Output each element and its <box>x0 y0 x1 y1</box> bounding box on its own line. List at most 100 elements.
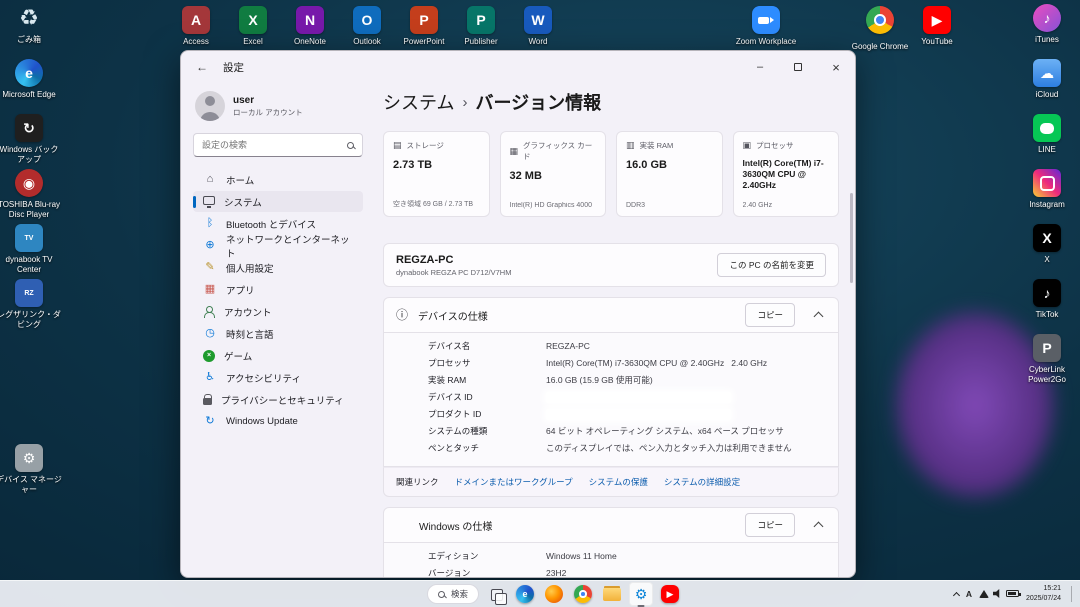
taskbar-task-view-button[interactable] <box>484 582 508 606</box>
desktop-icon-word[interactable]: WWord <box>505 6 571 47</box>
taskbar-edge-button[interactable]: e <box>513 582 537 606</box>
youtube-icon: ▶ <box>661 585 679 603</box>
sidebar-item-label: アカウント <box>224 305 272 319</box>
account-type: ローカル アカウント <box>233 107 303 118</box>
desktop-icon-zoom[interactable]: Zoom Workplace <box>733 6 799 47</box>
sidebar-item-network[interactable]: ⊕ネットワークとインターネット <box>193 235 363 256</box>
clock[interactable]: 15:21 2025/07/24 <box>1026 584 1061 603</box>
sidebar-item-accessibility[interactable]: ♿アクセシビリティ <box>193 367 363 388</box>
system-icon <box>203 196 215 205</box>
taskbar-firefox-button[interactable] <box>542 582 566 606</box>
breadcrumb-parent[interactable]: システム <box>383 89 454 115</box>
sidebar-item-personalization[interactable]: ✎個人用設定 <box>193 257 363 278</box>
rename-pc-button[interactable]: この PC の名前を変更 <box>717 253 826 277</box>
desktop-icon-device-manager[interactable]: ⚙デバイス マネージャー <box>0 444 62 494</box>
desktop-icon-line[interactable]: LINE <box>1014 114 1080 155</box>
desktop-icon-tv-center[interactable]: TVdynabook TV Center <box>0 224 62 274</box>
redacted-value <box>546 409 731 420</box>
desktop-icon-bluray[interactable]: ◉ TOSHIBA Blu-ray Disc Player <box>0 169 62 219</box>
desktop-icon-recycle-bin[interactable]: ♻ごみ箱 <box>0 4 62 45</box>
bluray-icon: ◉ <box>15 169 43 197</box>
minimize-button[interactable]: – <box>741 51 779 83</box>
edge-icon: e <box>15 59 43 87</box>
chevron-up-icon[interactable] <box>814 312 824 322</box>
spec-card-header: ▦グラフィックス カード <box>510 140 597 162</box>
sidebar-item-system[interactable]: システム <box>193 191 363 212</box>
spec-card-sub: 空き領域 69 GB / 2.73 TB <box>393 199 480 209</box>
home-icon: ⌂ <box>203 174 217 185</box>
desktop-icon-label: YouTube <box>904 37 970 47</box>
desktop-icon-youtube[interactable]: ▶YouTube <box>904 6 970 47</box>
sidebar-item-privacy[interactable]: プライバシーとセキュリティ <box>193 389 363 410</box>
related-link-2[interactable]: システムの保護 <box>589 476 648 488</box>
sidebar-item-accounts[interactable]: アカウント <box>193 301 363 322</box>
scrollbar-thumb[interactable] <box>850 193 853 283</box>
page-title: バージョン情報 <box>475 89 601 115</box>
hidden-icons-chevron-icon[interactable] <box>953 591 960 598</box>
sidebar-item-label: Windows Update <box>226 416 298 427</box>
desktop-icon-cyberlink[interactable]: PCyberLink Power2Go <box>1014 334 1080 384</box>
desktop-icon-regza-link[interactable]: RZレグザリンク・ダビング <box>0 279 62 329</box>
tray-status-icons[interactable] <box>979 589 1019 598</box>
outlook-icon: O <box>353 6 381 34</box>
desktop-icon-icloud[interactable]: ☁iCloud <box>1014 59 1080 100</box>
redacted-value <box>546 392 731 403</box>
taskbar-settings-button[interactable]: ⚙ <box>629 582 653 606</box>
desktop-icon-windows-backup[interactable]: ↻Windows バックアップ <box>0 114 62 164</box>
desktop-icon-itunes[interactable]: ♪iTunes <box>1014 4 1080 45</box>
desktop-icon-instagram[interactable]: Instagram <box>1014 169 1080 210</box>
windows-spec-title: Windows の仕様 <box>419 518 492 533</box>
gaming-icon: × <box>203 350 215 362</box>
sidebar-item-apps[interactable]: ▦アプリ <box>193 279 363 300</box>
spec-card-label: プロセッサ <box>756 140 794 151</box>
maximize-button[interactable] <box>779 51 817 83</box>
windows-spec-header[interactable]: Windows の仕様 コピー <box>383 507 839 543</box>
taskbar-chrome-button[interactable] <box>571 582 595 606</box>
recycle-bin-icon: ♻ <box>15 4 43 32</box>
account-block[interactable]: user ローカル アカウント <box>193 89 363 129</box>
pc-model: dynabook REGZA PC D712/V7HM <box>396 268 511 277</box>
device-spec-header[interactable]: ⓘ デバイスの仕様 コピー <box>383 297 839 333</box>
spec-row: 実装 RAM16.0 GB (15.9 GB 使用可能) <box>428 375 826 386</box>
spec-row-value: Intel(R) Core(TM) i7-3630QM CPU @ 2.40GH… <box>546 358 826 369</box>
settings-search-input[interactable] <box>202 140 341 150</box>
word-icon: W <box>524 6 552 34</box>
taskbar-explorer-button[interactable] <box>600 582 624 606</box>
itunes-icon: ♪ <box>1033 4 1061 32</box>
windows-spec-copy-button[interactable]: コピー <box>745 513 795 537</box>
related-link-3[interactable]: システムの詳細設定 <box>664 476 740 488</box>
ime-indicator[interactable]: A <box>966 589 972 599</box>
close-button[interactable]: × <box>817 51 855 83</box>
gpu-icon: ▦ <box>510 147 519 156</box>
cyberlink-icon: P <box>1033 334 1061 362</box>
sidebar-item-update[interactable]: ↻Windows Update <box>193 411 363 432</box>
taskbar-youtube-button[interactable]: ▶ <box>658 582 682 606</box>
desktop-icon-label: dynabook TV Center <box>0 255 62 274</box>
desktop-icon-label: Microsoft Edge <box>0 90 62 100</box>
sidebar-item-home[interactable]: ⌂ホーム <box>193 169 363 190</box>
taskbar-apps: e ⚙ ▶ <box>484 582 682 606</box>
spec-row-label: ペンとタッチ <box>428 443 546 454</box>
publisher-icon: P <box>467 6 495 34</box>
desktop-icon-label: TOSHIBA Blu-ray Disc Player <box>0 200 62 219</box>
show-desktop-button[interactable] <box>1071 586 1072 602</box>
sidebar-item-time[interactable]: ◷時刻と言語 <box>193 323 363 344</box>
sidebar-item-gaming[interactable]: ×ゲーム <box>193 345 363 366</box>
desktop-icon-edge[interactable]: e Microsoft Edge <box>0 59 62 100</box>
spec-row: ペンとタッチこのディスプレイでは、ペン入力とタッチ入力は利用できません <box>428 443 826 454</box>
settings-search-box[interactable] <box>193 133 363 157</box>
device-spec-copy-button[interactable]: コピー <box>745 303 795 327</box>
edge-icon: e <box>516 585 534 603</box>
sidebar-item-label: アクセシビリティ <box>226 371 301 385</box>
device-manager-icon: ⚙ <box>15 444 43 472</box>
desktop-icon-tiktok[interactable]: ♪TikTok <box>1014 279 1080 320</box>
firefox-icon <box>545 585 563 603</box>
spec-card-sub: Intel(R) HD Graphics 4000 <box>510 202 597 209</box>
sidebar-nav: ⌂ホームシステムᛒBluetooth とデバイス⊕ネットワークとインターネット✎… <box>193 169 363 433</box>
back-button[interactable]: ← <box>193 58 211 76</box>
taskbar-start-button[interactable] <box>398 582 422 606</box>
related-link-1[interactable]: ドメインまたはワークグループ <box>455 476 573 488</box>
desktop-icon-x[interactable]: XX <box>1014 224 1080 265</box>
chevron-up-icon[interactable] <box>814 522 824 532</box>
taskbar-search[interactable]: 検索 <box>427 584 479 604</box>
